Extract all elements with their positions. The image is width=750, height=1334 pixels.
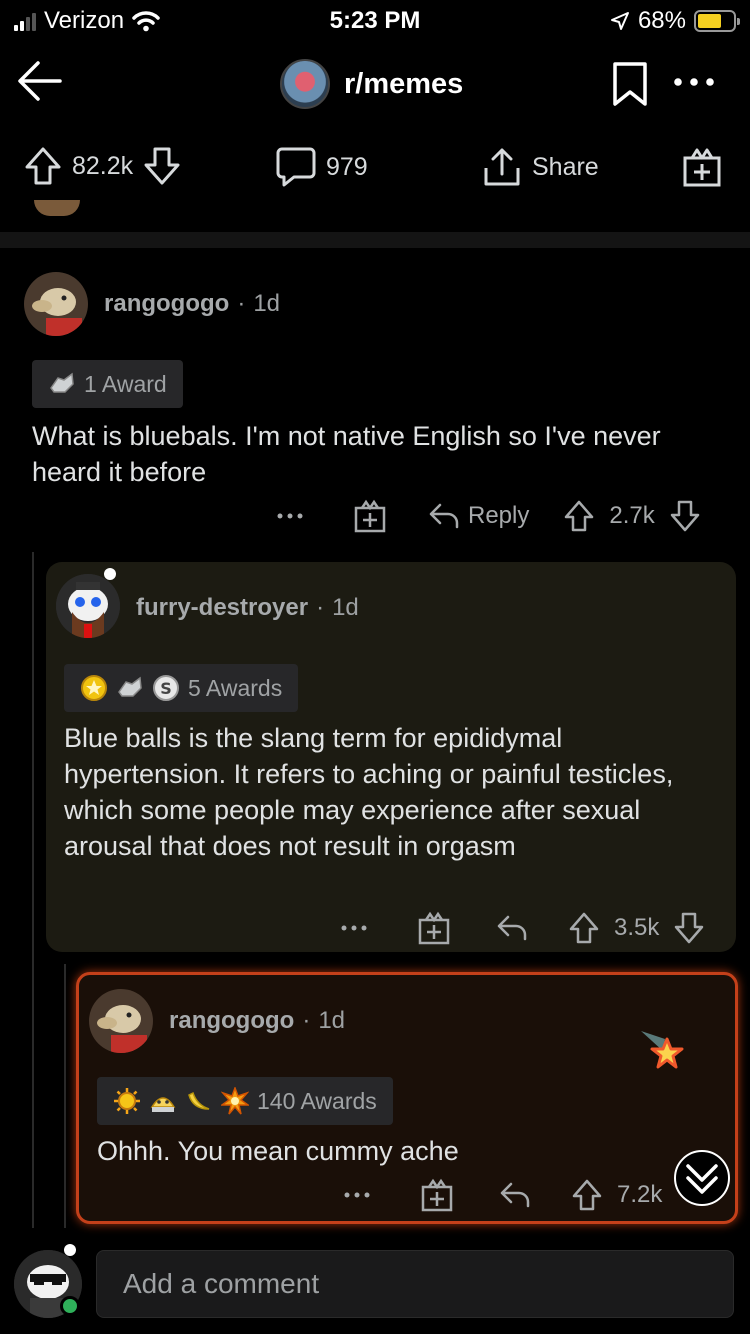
wholesome-seal-icon	[50, 372, 74, 393]
awards-label: 5 Awards	[188, 674, 283, 701]
comment: furry-destroyer · 1d S 5 Awards Blue bal…	[46, 562, 736, 952]
comment-age: 1d	[332, 594, 359, 621]
awards-badge[interactable]: S 5 Awards	[64, 664, 299, 712]
reply-arrow-icon[interactable]	[428, 501, 460, 531]
add-comment-input[interactable]	[96, 1250, 734, 1318]
comment-body: What is bluebals. I'm not native English…	[32, 421, 661, 487]
gift-icon[interactable]	[354, 499, 386, 533]
sun-award-icon	[114, 1088, 140, 1114]
wholesome-award-icon	[150, 1097, 176, 1112]
dot-separator: ·	[302, 1007, 311, 1034]
more-options-icon[interactable]	[340, 908, 368, 948]
shooting-star-icon	[641, 1031, 684, 1069]
gift-icon[interactable]	[421, 1178, 453, 1212]
comment-actions: 3.5k	[340, 908, 705, 948]
awards-label: 1 Award	[84, 370, 167, 397]
comment-actions: Reply 2.7k	[276, 496, 701, 536]
comment-body: Blue balls is the slang term for epididy…	[64, 723, 674, 861]
explosion-award-icon	[221, 1087, 249, 1115]
comment-author[interactable]: furry-destroyer	[136, 594, 308, 622]
comment-score: 3.5k	[614, 914, 660, 941]
reply-label[interactable]: Reply	[468, 502, 529, 530]
double-chevron-down-icon	[686, 1164, 718, 1194]
comment-actions: 7.2k	[343, 1175, 662, 1215]
more-options-icon[interactable]	[343, 1175, 371, 1215]
silver-award-icon: S	[153, 675, 179, 701]
comment-author[interactable]: rangogogo	[104, 290, 229, 318]
gift-icon[interactable]	[418, 911, 450, 945]
online-dot	[104, 568, 116, 580]
more-options-icon[interactable]	[276, 496, 304, 536]
comment: rangogogo · 1d 1 Award What is bluebals.…	[0, 0, 750, 540]
awards-badge[interactable]: 140 Awards	[97, 1077, 393, 1125]
next-comment-button[interactable]	[674, 1150, 730, 1206]
reply-arrow-icon[interactable]	[496, 913, 528, 943]
comment-age: 1d	[318, 1007, 346, 1034]
svg-text:S: S	[160, 679, 172, 698]
downvote-icon[interactable]	[669, 499, 701, 533]
thread-line[interactable]	[32, 552, 34, 1228]
banana-award-icon	[188, 1091, 210, 1110]
thread-line[interactable]	[64, 964, 66, 1228]
upvote-icon[interactable]	[568, 911, 600, 945]
avatar[interactable]	[56, 574, 120, 638]
upvote-icon[interactable]	[563, 499, 595, 533]
gold-award-icon	[81, 675, 107, 701]
comment-age: 1d	[253, 290, 281, 317]
avatar[interactable]	[89, 989, 153, 1053]
awards-label: 140 Awards	[257, 1087, 377, 1114]
comment: rangogogo · 1d 140 Awards Ohhh. You mean…	[76, 972, 738, 1224]
upvote-icon[interactable]	[571, 1178, 603, 1212]
dot-separator: ·	[316, 594, 325, 621]
comment-author[interactable]: rangogogo	[169, 1007, 294, 1035]
avatar-badge-dot	[64, 1244, 76, 1256]
wholesome-seal-icon	[118, 676, 142, 697]
avatar[interactable]	[24, 272, 88, 336]
awards-badge[interactable]: 1 Award	[32, 360, 183, 408]
reply-arrow-icon[interactable]	[499, 1180, 531, 1210]
comment-score: 7.2k	[617, 1181, 663, 1208]
comment-composer-bar	[0, 1236, 750, 1334]
downvote-icon[interactable]	[673, 911, 705, 945]
online-status-dot	[60, 1296, 80, 1316]
comment-score: 2.7k	[609, 502, 655, 529]
comment-body: Ohhh. You mean cummy ache	[97, 1136, 459, 1166]
dot-separator: ·	[237, 290, 246, 317]
